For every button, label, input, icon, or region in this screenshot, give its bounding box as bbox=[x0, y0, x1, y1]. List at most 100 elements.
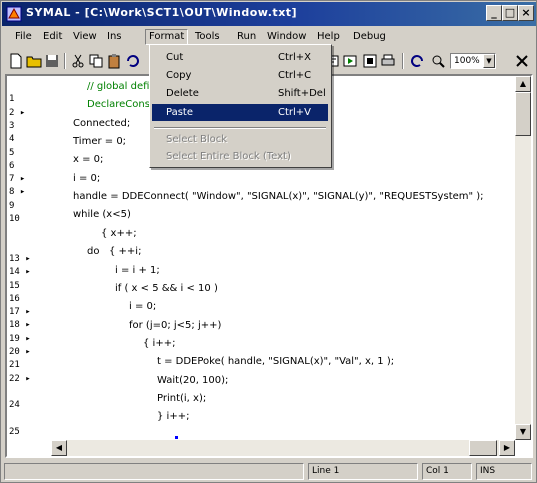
menu-window[interactable]: Window bbox=[264, 29, 309, 45]
vertical-scroll-thumb[interactable] bbox=[515, 92, 531, 136]
open-folder-icon[interactable] bbox=[26, 53, 42, 69]
menu-file[interactable]: File bbox=[12, 29, 35, 45]
app-window: SYMAL - [C:\Work\SCT1\OUT\Window.txt] _ … bbox=[0, 0, 537, 483]
line-number: 24 bbox=[9, 400, 20, 411]
code-line[interactable]: Wait(20, 100); bbox=[157, 374, 228, 387]
text-cursor bbox=[175, 436, 178, 439]
format-menu-dropdown: Cut Ctrl+X Copy Ctrl+C Delete Shift+Del Pas… bbox=[149, 44, 332, 168]
code-line[interactable]: if ( x < 5 && i < 10 ) bbox=[115, 282, 218, 295]
menu-view[interactable]: View bbox=[70, 29, 100, 45]
line-number: 15 bbox=[9, 280, 20, 291]
status-insert-mode: INS bbox=[476, 463, 532, 480]
line-number bbox=[9, 80, 47, 93]
undo-icon[interactable] bbox=[124, 53, 140, 69]
menu-ins[interactable]: Ins bbox=[104, 29, 125, 45]
code-line[interactable]: x = 0; bbox=[73, 153, 103, 166]
menu-edit[interactable]: Edit bbox=[40, 29, 65, 45]
code-line[interactable]: i = 0; bbox=[73, 172, 100, 185]
app-icon bbox=[6, 6, 22, 22]
zoom-icon[interactable] bbox=[430, 53, 446, 69]
code-line[interactable]: while (x<5) bbox=[73, 208, 131, 221]
horizontal-scrollbar[interactable]: ◀ ▶ bbox=[51, 440, 515, 456]
line-number: 4 bbox=[9, 134, 15, 145]
code-line[interactable]: Connected; bbox=[73, 117, 130, 130]
stop-icon[interactable] bbox=[362, 53, 378, 69]
line-number: 3 bbox=[9, 120, 15, 131]
line-number: 20 ▸ bbox=[9, 347, 31, 357]
scroll-down-button[interactable]: ▼ bbox=[515, 424, 531, 440]
code-line[interactable]: do { ++i; bbox=[87, 245, 141, 258]
line-number: 21 bbox=[9, 360, 20, 371]
menu-item-select-block[interactable]: Select Block bbox=[152, 131, 328, 148]
menu-item-select-entire-block[interactable]: Select Entire Block (Text) bbox=[152, 148, 328, 165]
line-number: 16 bbox=[9, 293, 20, 304]
line-number: 22 ▸ bbox=[9, 373, 31, 384]
line-number: 19 ▸ bbox=[9, 333, 31, 344]
line-number: 6 bbox=[9, 160, 15, 171]
line-number: 5 bbox=[9, 147, 15, 158]
code-line[interactable]: t = DDEPoke( handle, "SIGNAL(x)", "Val",… bbox=[157, 355, 394, 368]
line-number bbox=[9, 240, 47, 253]
vertical-scrollbar[interactable]: ▲ ▼ bbox=[515, 76, 531, 440]
line-number: 9 bbox=[9, 200, 15, 211]
code-line[interactable]: i = 0; bbox=[129, 300, 156, 313]
code-line[interactable]: { i++; bbox=[143, 337, 175, 350]
line-number: 7 ▸ bbox=[9, 174, 26, 185]
minimize-button[interactable]: _ bbox=[486, 5, 502, 21]
code-line[interactable]: handle = DDEConnect( "Window", "SIGNAL(x… bbox=[73, 190, 484, 203]
cut-icon[interactable] bbox=[70, 53, 86, 69]
line-number-gutter: 1 2 ▸ 3 4 5 6 7 ▸ 8 ▸ 9 10 13 ▸ 14 ▸ 15 16 17 ▸ 18 ▸ 19 … bbox=[7, 76, 51, 440]
toolbar-separator bbox=[402, 53, 404, 69]
maximize-button[interactable]: □ bbox=[502, 5, 518, 21]
scroll-up-button[interactable]: ▲ bbox=[515, 76, 531, 92]
horizontal-scroll-thumb[interactable] bbox=[469, 440, 497, 456]
code-line[interactable]: for (j=0; j<5; j++) bbox=[129, 319, 221, 332]
scroll-right-button[interactable]: ▶ bbox=[499, 440, 515, 456]
status-line: Line 1 bbox=[308, 463, 418, 480]
save-icon[interactable] bbox=[44, 53, 60, 69]
menu-help[interactable]: Help bbox=[314, 29, 343, 45]
code-line[interactable]: } i++; bbox=[157, 410, 189, 423]
line-number bbox=[9, 413, 47, 426]
window-title: SYMAL - [C:\Work\SCT1\OUT\Window.txt] bbox=[26, 6, 298, 19]
line-number: 18 ▸ bbox=[9, 320, 31, 331]
line-number: 13 ▸ bbox=[9, 253, 31, 264]
status-message bbox=[4, 463, 304, 480]
status-bar: Line 1 Col 1 INS bbox=[2, 461, 536, 482]
title-bar[interactable]: SYMAL - [C:\Work\SCT1\OUT\Window.txt] _ … bbox=[2, 2, 536, 26]
menu-tools[interactable]: Tools bbox=[192, 29, 223, 45]
menu-run[interactable]: Run bbox=[234, 29, 259, 45]
line-number: 14 ▸ bbox=[9, 267, 31, 278]
line-number: 1 bbox=[9, 94, 15, 105]
menu-item-copy[interactable]: Copy Ctrl+C bbox=[152, 67, 328, 84]
close-document-icon[interactable] bbox=[514, 53, 530, 69]
zoom-value: 100% bbox=[454, 56, 480, 66]
close-button[interactable]: × bbox=[518, 5, 534, 21]
status-column: Col 1 bbox=[422, 463, 472, 480]
menu-format[interactable]: Format bbox=[145, 29, 189, 45]
menu-item-delete[interactable]: Delete Shift+Del bbox=[152, 85, 328, 102]
line-number bbox=[9, 226, 47, 239]
run-icon[interactable] bbox=[342, 53, 358, 69]
scroll-left-button[interactable]: ◀ bbox=[51, 440, 67, 456]
menu-item-cut[interactable]: Cut Ctrl+X bbox=[152, 49, 328, 66]
code-line[interactable]: Print(i, x); bbox=[157, 392, 206, 405]
code-line[interactable]: { x++; bbox=[101, 227, 137, 240]
line-number: 8 ▸ bbox=[9, 187, 26, 198]
line-number bbox=[9, 386, 47, 399]
toolbar-separator bbox=[64, 53, 66, 69]
print-icon[interactable] bbox=[380, 53, 396, 69]
line-number: 10 bbox=[9, 214, 20, 224]
menu-separator bbox=[154, 127, 326, 129]
paste-icon[interactable] bbox=[106, 53, 122, 69]
line-number: 25 bbox=[9, 426, 20, 437]
code-line[interactable]: Timer = 0; bbox=[73, 135, 126, 148]
code-line[interactable]: i = i + 1; bbox=[115, 264, 160, 277]
menu-debug[interactable]: Debug bbox=[350, 29, 389, 45]
chevron-down-icon[interactable]: ▼ bbox=[483, 54, 495, 68]
menu-item-paste[interactable]: Paste Ctrl+V bbox=[152, 104, 328, 121]
new-file-icon[interactable] bbox=[8, 53, 24, 69]
redo-icon[interactable] bbox=[410, 53, 426, 69]
line-number: 2 ▸ bbox=[9, 107, 26, 118]
copy-icon[interactable] bbox=[88, 53, 104, 69]
